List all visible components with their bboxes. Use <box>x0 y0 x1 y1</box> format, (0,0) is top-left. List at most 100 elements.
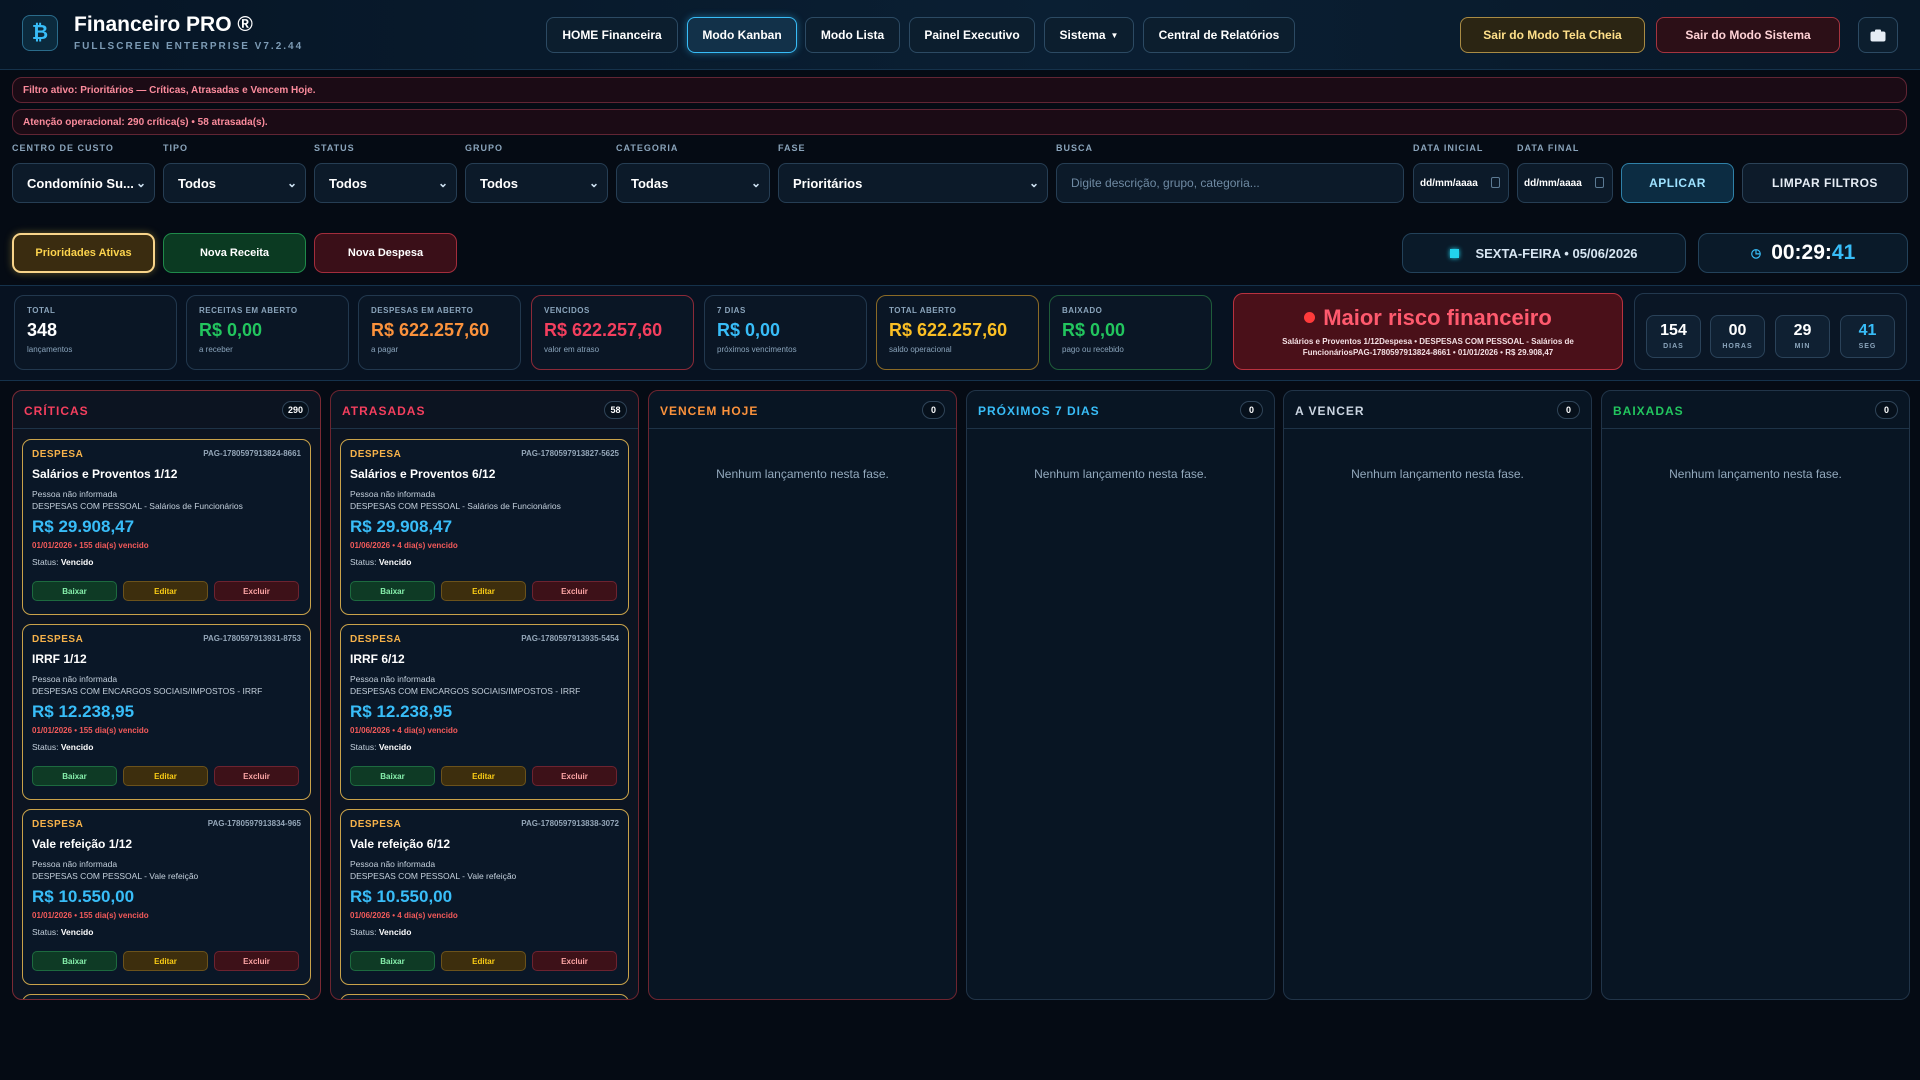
column-title: A VENCER <box>1295 404 1365 418</box>
settle-button[interactable]: Baixar <box>32 581 117 601</box>
card-status-label: Status: <box>350 742 377 752</box>
delete-button[interactable]: Excluir <box>532 951 617 971</box>
countdown-value: 29 <box>1793 322 1812 339</box>
current-date-text: SEXTA-FEIRA • 05/06/2026 <box>1475 245 1638 261</box>
active-filter-banner: Filtro ativo: Prioritários — Críticas, A… <box>12 77 1907 103</box>
card-due-date: 01/06/2026 • 4 dia(s) vencido <box>350 911 458 920</box>
status-select[interactable]: Todos ⌄ <box>314 163 457 203</box>
settle-button[interactable]: Baixar <box>32 766 117 786</box>
delete-button[interactable]: Excluir <box>214 581 299 601</box>
kanban-column: PRÓXIMOS 7 DIAS 0 Nenhum lançamento nesta … <box>966 390 1275 1000</box>
card-person: Pessoa não informada <box>32 674 118 684</box>
nav-painel-button[interactable]: Painel Executivo <box>909 17 1035 53</box>
delete-button[interactable]: Excluir <box>214 766 299 786</box>
edit-button[interactable]: Editar <box>123 766 208 786</box>
kanban-column: CRÍTICAS 290 DESPESA PAG-1780597913824-8661… <box>12 390 321 1000</box>
edit-button[interactable]: Editar <box>441 951 526 971</box>
transaction-card[interactable]: DESPESA PAG-1780597913824-8661 Salários e … <box>22 439 311 615</box>
countdown-min: 29 MIN <box>1775 315 1830 358</box>
transaction-card-partial[interactable] <box>22 994 311 999</box>
clear-filters-button[interactable]: LIMPAR FILTROS <box>1742 163 1908 203</box>
settle-button[interactable]: Baixar <box>350 951 435 971</box>
column-header: BAIXADAS 0 <box>1602 391 1909 429</box>
card-id: PAG-1780597913838-3072 <box>521 819 619 828</box>
column-header: A VENCER 0 <box>1284 391 1591 429</box>
data-final-input[interactable]: dd/mm/aaaa <box>1517 163 1613 203</box>
nav-kanban-button[interactable]: Modo Kanban <box>687 17 797 53</box>
highest-risk-title-text: Maior risco financeiro <box>1323 305 1552 330</box>
card-due-date: 01/01/2026 • 155 dia(s) vencido <box>32 726 149 735</box>
card-person: Pessoa não informada <box>32 859 118 869</box>
transaction-card[interactable]: DESPESA PAG-1780597913827-5625 Salários e … <box>340 439 629 615</box>
card-status-value: Vencido <box>378 742 412 752</box>
nav-lista-button[interactable]: Modo Lista <box>805 17 900 53</box>
tipo-value: Todos <box>178 175 217 191</box>
card-name: Vale refeição 1/12 <box>32 837 133 851</box>
column-header: ATRASADAS 58 <box>331 391 638 429</box>
apply-filters-button[interactable]: APLICAR <box>1621 163 1734 203</box>
kanban-column: BAIXADAS 0 Nenhum lançamento nesta fase. <box>1601 390 1910 1000</box>
nav-sistema-dropdown[interactable]: Sistema ▼ <box>1044 17 1134 53</box>
data-inicial-input[interactable]: dd/mm/aaaa <box>1413 163 1509 203</box>
categoria-label: CATEGORIA <box>616 143 679 153</box>
categoria-select[interactable]: Todas ⌄ <box>616 163 770 203</box>
camera-button[interactable] <box>1858 17 1898 53</box>
new-income-button[interactable]: Nova Receita <box>163 233 306 273</box>
transaction-card[interactable]: DESPESA PAG-1780597913838-3072 Vale refeiç… <box>340 809 629 985</box>
tipo-label: TIPO <box>163 143 189 153</box>
delete-button[interactable]: Excluir <box>214 951 299 971</box>
countdown-unit: MIN <box>1794 343 1811 350</box>
card-due-date: 01/01/2026 • 155 dia(s) vencido <box>32 911 149 920</box>
new-expense-button[interactable]: Nova Despesa <box>314 233 457 273</box>
edit-button[interactable]: Editar <box>441 766 526 786</box>
status-label: STATUS <box>314 143 355 153</box>
exit-fullscreen-button[interactable]: Sair do Modo Tela Cheia <box>1460 17 1645 53</box>
card-status: Status: Vencido <box>350 742 411 752</box>
kpi-value: R$ 0,00 <box>1062 320 1126 340</box>
delete-button[interactable]: Excluir <box>532 581 617 601</box>
kpi-value: R$ 622.257,60 <box>889 320 1008 340</box>
settle-button[interactable]: Baixar <box>350 581 435 601</box>
kanban-column: VENCEM HOJE 0 Nenhum lançamento nesta fase… <box>648 390 957 1000</box>
edit-button[interactable]: Editar <box>123 581 208 601</box>
transaction-card[interactable]: DESPESA PAG-1780597913931-8753 IRRF 1/12 Pe… <box>22 624 311 800</box>
exit-system-button[interactable]: Sair do Modo Sistema <box>1656 17 1840 53</box>
column-title: ATRASADAS <box>342 404 426 418</box>
card-status-value: Vencido <box>60 742 94 752</box>
transaction-card-partial[interactable] <box>340 994 629 999</box>
grupo-select[interactable]: Todos ⌄ <box>465 163 608 203</box>
clock-seconds: 41 <box>1831 241 1856 264</box>
transaction-card[interactable]: DESPESA PAG-1780597913834-965 Vale refeiçã… <box>22 809 311 985</box>
grupo-label: GRUPO <box>465 143 504 153</box>
nav-home-button[interactable]: HOME Financeira <box>546 17 678 53</box>
countdown-value: 41 <box>1858 322 1877 339</box>
card-amount: R$ 12.238,95 <box>350 702 453 721</box>
edit-button[interactable]: Editar <box>123 951 208 971</box>
kpi-sub: lançamentos <box>27 345 73 354</box>
centro-custo-label: CENTRO DE CUSTO <box>12 143 114 153</box>
countdown-unit: SEG <box>1858 343 1877 350</box>
tipo-select[interactable]: Todos ⌄ <box>163 163 306 203</box>
edit-button[interactable]: Editar <box>441 581 526 601</box>
current-date-display: SEXTA-FEIRA • 05/06/2026 <box>1402 233 1686 273</box>
card-status-label: Status: <box>32 927 59 937</box>
clock-display: ◷ 00:29: 41 <box>1698 233 1908 273</box>
card-status: Status: Vencido <box>32 557 93 567</box>
transaction-card[interactable]: DESPESA PAG-1780597913935-5454 IRRF 6/12 Pe… <box>340 624 629 800</box>
column-header: VENCEM HOJE 0 <box>649 391 956 429</box>
card-due-date: 01/01/2026 • 155 dia(s) vencido <box>32 541 149 550</box>
column-title: PRÓXIMOS 7 DIAS <box>978 404 1100 418</box>
kpi-label: VENCIDOS <box>544 306 590 315</box>
fase-select[interactable]: Prioritários ⌄ <box>778 163 1048 203</box>
settle-button[interactable]: Baixar <box>32 951 117 971</box>
countdown-unit: DIAS <box>1663 343 1684 350</box>
active-priorities-button[interactable]: Prioridades Ativas <box>12 233 155 273</box>
card-type: DESPESA <box>350 634 402 645</box>
search-input[interactable]: Digite descrição, grupo, categoria... <box>1056 163 1404 203</box>
settle-button[interactable]: Baixar <box>350 766 435 786</box>
card-status-value: Vencido <box>60 557 94 567</box>
centro-custo-select[interactable]: Condomínio Su... ⌄ <box>12 163 155 203</box>
nav-relatorios-button[interactable]: Central de Relatórios <box>1143 17 1295 53</box>
delete-button[interactable]: Excluir <box>532 766 617 786</box>
kpi-sub: valor em atraso <box>544 345 600 354</box>
